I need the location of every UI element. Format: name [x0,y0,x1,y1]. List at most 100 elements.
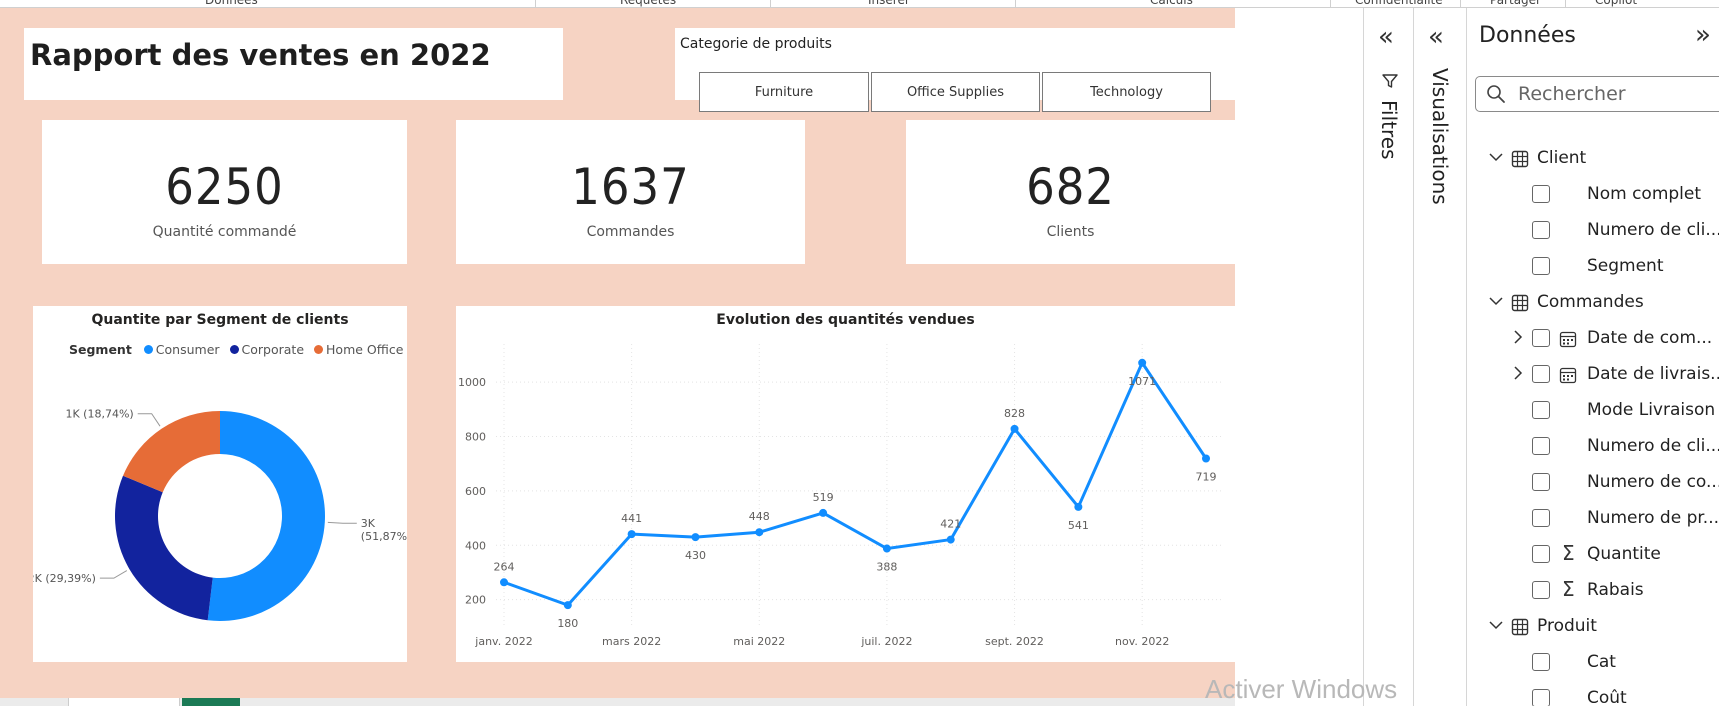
chevron-down-icon[interactable] [1487,616,1505,634]
data-point[interactable] [1010,424,1019,433]
tree-field-label: Date de livrais... [1587,364,1719,384]
tree-field[interactable]: Σ Quantite [1467,538,1719,572]
y-tick-label: 800 [465,430,486,443]
field-checkbox[interactable] [1532,365,1550,383]
add-page-tab[interactable] [182,698,240,706]
tree-field[interactable]: Mode Livraison [1467,394,1719,428]
x-tick-label: mars 2022 [602,635,661,648]
slicer-option-office-supplies[interactable]: Office Supplies [871,72,1040,112]
data-pane: Données » Rechercher Client Nom complet Nu… [1466,8,1719,706]
slicer-option-furniture[interactable]: Furniture [699,72,869,112]
field-checkbox[interactable] [1532,545,1550,563]
field-checkbox[interactable] [1532,581,1550,599]
tree-field[interactable]: Numero de co... [1467,466,1719,500]
kpi-card-quantity[interactable]: 6250 Quantité commandé [42,120,407,264]
data-point[interactable] [946,535,955,544]
tree-field[interactable]: Σ Rabais [1467,574,1719,608]
search-input[interactable]: Rechercher [1475,76,1719,112]
tree-field-label: Numero de co... [1587,472,1719,492]
data-point[interactable] [819,508,828,517]
data-point[interactable] [1138,358,1147,367]
tree-table-client[interactable]: Client [1467,142,1719,176]
sigma-icon: Σ [1562,541,1575,565]
calendar-icon [1559,331,1577,348]
tree-field[interactable]: Numero de pr... [1467,502,1719,536]
tree-field-label: Segment [1587,256,1664,276]
x-tick-label: nov. 2022 [1115,635,1169,648]
tree-field-label: Cat [1587,652,1616,672]
y-tick-label: 200 [465,594,486,607]
x-tick-label: juil. 2022 [860,635,912,648]
ribbon-tab[interactable]: Copilot [1595,0,1637,7]
data-point[interactable] [1074,502,1083,511]
data-point[interactable] [882,544,891,553]
data-point[interactable] [500,578,508,587]
title-card: Rapport des ventes en 2022 [24,28,563,100]
ribbon-tab[interactable]: Requêtes [620,0,676,7]
kpi-card-orders[interactable]: 1637 Commandes [456,120,805,264]
ribbon-separator [1015,0,1016,7]
tree-field-label: Date de com... [1587,328,1713,348]
ribbon-tab[interactable]: Insérer [868,0,910,7]
field-checkbox[interactable] [1532,329,1550,347]
tree-table-produit[interactable]: Produit [1467,610,1719,644]
slicer-option-technology[interactable]: Technology [1042,72,1211,112]
data-point[interactable] [755,528,764,537]
field-checkbox[interactable] [1532,509,1550,527]
kpi-label: Quantité commandé [152,224,297,240]
data-point[interactable] [563,601,572,610]
ribbon-tab[interactable]: Confidentialité [1355,0,1443,7]
donut-slice-consumer[interactable] [207,411,325,621]
tree-field[interactable]: Date de livrais... [1467,358,1719,392]
data-point[interactable] [1202,454,1210,463]
tree-field[interactable]: Nom complet [1467,178,1719,212]
data-point[interactable] [627,530,636,539]
collapse-visualisations-icon[interactable]: « [1428,24,1444,50]
kpi-label: Commandes [586,224,675,240]
field-checkbox[interactable] [1532,401,1550,419]
page-tab[interactable] [68,698,180,706]
donut-slice-home-office[interactable] [123,411,220,493]
tree-field[interactable]: Numero de cli... [1467,214,1719,248]
data-point[interactable] [691,533,700,542]
field-checkbox[interactable] [1532,257,1550,275]
ribbon-tab[interactable]: Données [205,0,258,7]
data-label: 430 [685,549,706,562]
ribbon-tab[interactable]: Calculs [1150,0,1193,7]
donut-data-label: 2K (29,39%) [33,572,96,585]
data-pane-title: Données [1479,23,1576,48]
field-checkbox[interactable] [1532,221,1550,239]
collapse-filters-icon[interactable]: « [1378,24,1394,50]
chevron-down-icon[interactable] [1487,148,1505,166]
tree-table-commandes[interactable]: Commandes [1467,286,1719,320]
field-checkbox[interactable] [1532,473,1550,491]
tree-field-label: Rabais [1587,580,1644,600]
tree-field[interactable]: Numero de cli... [1467,430,1719,464]
tree-field-label: Mode Livraison [1587,400,1716,420]
field-checkbox[interactable] [1532,437,1550,455]
tree-field[interactable]: Segment [1467,250,1719,284]
kpi-value: 682 [1026,158,1115,216]
tree-field[interactable]: Date de com... [1467,322,1719,356]
donut-slice-corporate[interactable] [114,475,213,621]
series-line[interactable] [503,361,1208,607]
chevron-down-icon[interactable] [1487,292,1505,310]
ribbon-tab[interactable]: Partager [1490,0,1541,7]
visualisations-label[interactable]: Visualisations [1428,68,1452,205]
chevron-right-icon[interactable] [1509,364,1527,382]
sigma-icon: Σ [1562,577,1575,601]
collapse-data-icon[interactable]: » [1695,22,1711,48]
kpi-card-clients[interactable]: 682 Clients [906,120,1235,264]
donut-chart-card[interactable]: Quantite par Segment de clients Segment … [33,306,407,662]
tree-field[interactable]: Coût [1467,682,1719,706]
field-checkbox[interactable] [1532,689,1550,706]
search-placeholder: Rechercher [1518,83,1626,105]
field-checkbox[interactable] [1532,185,1550,203]
chevron-right-icon[interactable] [1509,328,1527,346]
line-chart-card[interactable]: Evolution des quantités vendues 200 400 60… [456,306,1235,662]
tree-field-label: Numero de cli... [1587,220,1719,240]
field-checkbox[interactable] [1532,653,1550,671]
tree-field-label: Quantite [1587,544,1661,564]
filters-label[interactable]: Filtres [1377,100,1401,160]
tree-field[interactable]: Cat [1467,646,1719,680]
